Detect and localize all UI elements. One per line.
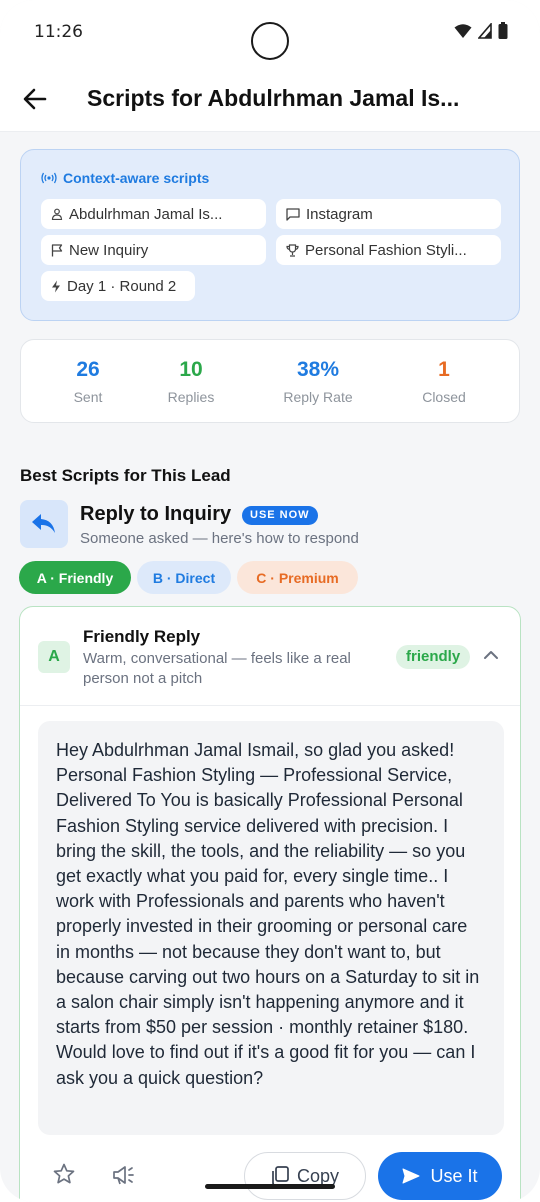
lightning-icon bbox=[52, 280, 60, 292]
context-heading: Context-aware scripts bbox=[63, 170, 210, 186]
star-icon[interactable] bbox=[52, 1162, 76, 1186]
status-time: 11:26 bbox=[34, 22, 83, 42]
chip-service: Personal Fashion Styli... bbox=[276, 235, 501, 265]
send-icon bbox=[402, 1168, 420, 1184]
tab-direct[interactable]: B · Direct bbox=[137, 561, 231, 594]
tab-premium[interactable]: C · Premium bbox=[237, 561, 358, 594]
wifi-icon bbox=[454, 23, 472, 38]
chip-lead-name: Abdulrhman Jamal Is... bbox=[41, 199, 266, 229]
stat-label: Sent bbox=[73, 389, 103, 405]
stat-reply-rate: 38% Reply Rate bbox=[263, 358, 373, 405]
back-arrow-icon[interactable] bbox=[20, 84, 50, 114]
script-card: A Friendly Reply Warm, conversational — … bbox=[19, 606, 521, 1202]
trophy-icon bbox=[286, 243, 299, 257]
context-card: Context-aware scripts Abdulrhman Jamal I… bbox=[20, 149, 520, 321]
megaphone-icon[interactable] bbox=[112, 1164, 136, 1186]
signal-icon bbox=[478, 22, 492, 39]
home-indicator bbox=[205, 1184, 335, 1189]
use-it-label: Use It bbox=[430, 1165, 478, 1186]
stat-sent: 26 Sent bbox=[33, 358, 143, 405]
person-icon bbox=[51, 208, 63, 220]
system-icons bbox=[454, 22, 508, 39]
stat-closed: 1 Closed bbox=[389, 358, 499, 405]
script-title: Friendly Reply bbox=[83, 627, 201, 646]
chevron-up-icon[interactable] bbox=[483, 649, 499, 661]
page-title: Scripts for Abdulrhman Jamal Is... bbox=[87, 85, 460, 111]
use-it-button[interactable]: Use It bbox=[378, 1152, 502, 1200]
stat-value: 1 bbox=[438, 358, 450, 381]
divider bbox=[20, 705, 520, 706]
use-now-badge: USE NOW bbox=[242, 506, 318, 525]
flag-icon bbox=[51, 243, 63, 256]
scenario-title: Reply to Inquiry bbox=[80, 503, 232, 525]
script-message: Hey Abdulrhman Jamal Ismail, so glad you… bbox=[38, 721, 504, 1135]
phone-screen: 11:26 Scripts for Abdulrhman Jamal Is...… bbox=[0, 0, 540, 1202]
script-letter-badge: A bbox=[38, 641, 70, 673]
tone-badge: friendly bbox=[396, 645, 471, 669]
camera-cutout bbox=[251, 22, 289, 60]
stat-label: Closed bbox=[422, 389, 466, 405]
stat-label: Replies bbox=[167, 389, 215, 405]
chip-label: Abdulrhman Jamal Is... bbox=[69, 205, 223, 223]
chip-stage: New Inquiry bbox=[41, 235, 266, 265]
chip-label: New Inquiry bbox=[69, 241, 149, 259]
chip-label: Instagram bbox=[306, 205, 373, 223]
stat-label: Reply Rate bbox=[283, 389, 353, 405]
copy-icon bbox=[272, 1166, 289, 1186]
message-icon bbox=[286, 207, 300, 221]
stat-value: 26 bbox=[76, 358, 100, 381]
scenario-subtitle: Someone asked — here's how to respond bbox=[80, 530, 359, 547]
status-bar: 11:26 bbox=[0, 0, 540, 66]
stat-value: 10 bbox=[179, 358, 203, 381]
stat-replies: 10 Replies bbox=[136, 358, 246, 405]
chip-label: Personal Fashion Styli... bbox=[305, 241, 467, 259]
chip-channel: Instagram bbox=[276, 199, 501, 229]
chip-label: Day 1 · Round 2 bbox=[67, 277, 177, 295]
script-description: Warm, conversational — feels like a real… bbox=[83, 650, 351, 687]
battery-icon bbox=[498, 22, 508, 39]
stat-value: 38% bbox=[296, 358, 340, 381]
chip-timing: Day 1 · Round 2 bbox=[41, 271, 195, 301]
reply-icon bbox=[20, 500, 68, 548]
context-header: Context-aware scripts bbox=[41, 170, 209, 186]
section-title: Best Scripts for This Lead bbox=[20, 466, 231, 485]
stats-card: 26 Sent 10 Replies 38% Reply Rate 1 Clos… bbox=[20, 339, 520, 423]
tab-friendly[interactable]: A · Friendly bbox=[19, 561, 131, 594]
broadcast-icon bbox=[41, 172, 57, 184]
app-bar: Scripts for Abdulrhman Jamal Is... bbox=[0, 66, 540, 132]
copy-button[interactable]: Copy bbox=[244, 1152, 366, 1200]
